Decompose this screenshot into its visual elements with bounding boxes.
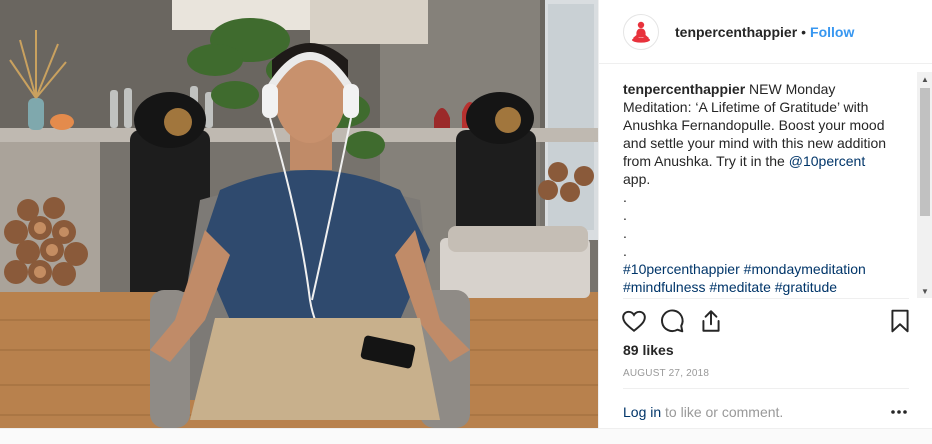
caption-dot: .: [623, 243, 627, 259]
post-header: tenpercenthappier • Follow: [599, 0, 932, 64]
page-bottom-strip: [0, 428, 932, 444]
heart-icon[interactable]: [619, 306, 649, 336]
caption-mention-link[interactable]: @10percent: [789, 153, 865, 169]
post-caption: tenpercenthappier NEW Monday Meditation:…: [623, 80, 893, 296]
hashtag-link[interactable]: #mondaymeditation: [744, 261, 866, 277]
bookmark-icon[interactable]: [885, 306, 915, 336]
divider: [623, 298, 909, 299]
caption-hashtag-line: #10percenthappier #mondaymeditation: [623, 260, 893, 278]
share-icon[interactable]: [696, 306, 726, 336]
login-prompt: Log in to like or comment.: [623, 404, 913, 420]
login-link[interactable]: Log in: [623, 404, 661, 420]
scroll-up-arrow-icon[interactable]: ▲: [917, 72, 932, 86]
action-bar: [619, 304, 919, 338]
caption-dot: .: [623, 189, 627, 205]
scrollbar-thumb[interactable]: [920, 88, 930, 216]
caption-username[interactable]: tenpercenthappier: [623, 81, 745, 97]
hashtag-link[interactable]: #10percenthappier: [623, 261, 740, 277]
post-date[interactable]: AUGUST 27, 2018: [623, 368, 709, 379]
likes-count[interactable]: 89 likes: [623, 342, 674, 358]
post-details-panel: tenpercenthappier • Follow tenpercenthap…: [598, 0, 932, 428]
header-separator: •: [801, 23, 807, 40]
meditation-photo: [0, 0, 598, 428]
caption-scroll-area[interactable]: tenpercenthappier NEW Monday Meditation:…: [599, 72, 932, 298]
caption-text-end: app.: [623, 171, 651, 187]
more-options-icon[interactable]: [887, 402, 911, 422]
comment-icon[interactable]: [657, 306, 687, 336]
caption-hashtag-line: #mindfulness #meditate #gratitude: [623, 278, 893, 296]
meditating-figure-logo-icon: [627, 17, 655, 46]
post-photo[interactable]: [0, 0, 598, 428]
hashtag-link[interactable]: #meditate: [709, 279, 770, 295]
caption-dot: .: [623, 225, 627, 241]
caption-dot: .: [623, 207, 627, 223]
hashtag-link[interactable]: #mindfulness: [623, 279, 706, 295]
caption-scrollbar[interactable]: ▲ ▼: [917, 72, 932, 298]
divider: [623, 388, 909, 389]
scroll-down-arrow-icon[interactable]: ▼: [917, 284, 932, 298]
avatar[interactable]: [623, 13, 659, 50]
follow-button[interactable]: Follow: [810, 24, 854, 40]
hashtag-link[interactable]: #gratitude: [775, 279, 837, 295]
header-username[interactable]: tenpercenthappier: [675, 24, 797, 40]
login-prompt-text: to like or comment.: [665, 404, 784, 420]
